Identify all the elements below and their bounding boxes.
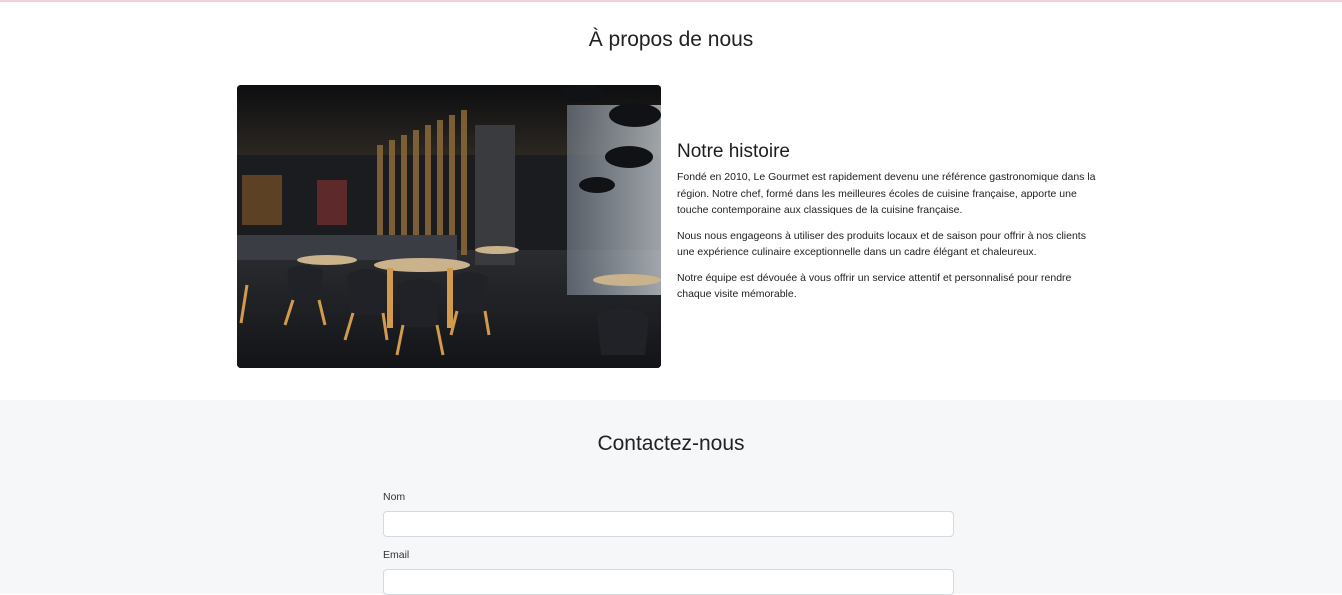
about-section: À propos de nous Notre histoire Fondé en…	[0, 2, 1342, 400]
story-title: Notre histoire	[677, 141, 790, 162]
story-paragraph-3: Notre équipe est dévouée à vous offrir u…	[677, 271, 1072, 301]
email-label: Email	[383, 549, 410, 561]
story-paragraph-1: Fondé en 2010, Le Gourmet est rapidement…	[677, 171, 1096, 216]
story-block: Notre histoire Fondé en 2010, Le Gourmet…	[677, 141, 1102, 312]
name-label: Nom	[383, 491, 406, 503]
email-input[interactable]	[383, 569, 954, 595]
story-paragraph-2: Nous nous engageons à utiliser des produ…	[677, 229, 1086, 259]
contact-title: Contactez-nous	[597, 432, 745, 455]
contact-section: Contactez-nous Nom Email	[0, 400, 1342, 595]
about-title: À propos de nous	[588, 28, 754, 51]
name-input[interactable]	[383, 511, 954, 537]
restaurant-photo	[237, 85, 661, 368]
